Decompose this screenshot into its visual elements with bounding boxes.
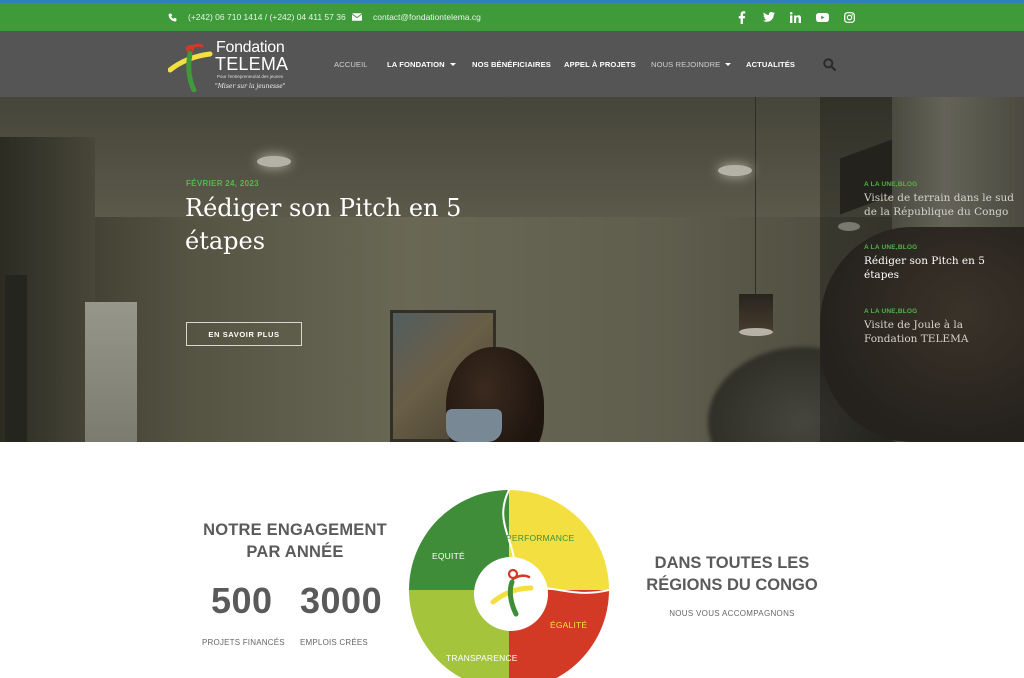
nav-label: NOUS REJOINDRE [651,59,721,69]
side-post-category: A LA UNE,BLOG [864,181,918,188]
nav-actualites[interactable]: ACTUALITÉS [746,31,795,97]
linkedin-icon[interactable] [789,11,802,24]
side-post-category: A LA UNE,BLOG [864,244,918,251]
stat-jobs-label: EMPLOIS CRÉES [300,638,368,647]
social-links [735,3,856,31]
nav-label: NOS BÉNÉFICIAIRES [472,59,551,69]
chevron-down-icon [725,62,732,66]
nav-accueil[interactable]: ACCUEIL [334,31,368,97]
nav-nos-beneficiaires[interactable]: NOS BÉNÉFICIAIRES [472,31,551,97]
phone-text: (+242) 06 710 1414 / (+242) 04 411 57 36 [188,12,346,22]
email-text: contact@fondationtelema.cg [373,12,481,22]
hero-slider: FÉVRIER 24, 2023 Rédiger son Pitch en 5 … [0,97,1024,442]
twitter-icon[interactable] [762,11,775,24]
engagement-title-line2: PAR ANNÉE [246,543,344,561]
wheel-label-egalite: ÉGALITÉ [550,620,587,630]
stat-projects-label: PROJETS FINANCÉS [202,638,285,647]
logo-motto: "Miser sur la jeunesse" [215,83,286,90]
side-post-item[interactable]: A LA UNE,BLOG Visite de terrain dans le … [864,181,1019,219]
side-post-title: Rédiger son Pitch en 5 étapes [864,255,985,281]
nav-label: LA FONDATION [387,59,445,69]
engagement-section: NOTRE ENGAGEMENT PAR ANNÉE 500 3000 PROJ… [0,442,1024,678]
email-contact[interactable]: contact@fondationtelema.cg [352,3,481,31]
engagement-title-line1: NOTRE ENGAGEMENT [203,521,387,539]
wheel-label-performance: PERFORMANCE [506,533,574,543]
phone-icon [168,13,177,21]
side-post-category: A LA UNE,BLOG [864,308,918,315]
phone-contact[interactable]: (+242) 06 710 1414 / (+242) 04 411 57 36 [168,3,346,31]
nav-label: ACCUEIL [334,59,368,69]
engagement-title: NOTRE ENGAGEMENT PAR ANNÉE [195,519,395,563]
top-bar: (+242) 06 710 1414 / (+242) 04 411 57 36… [0,0,1024,31]
youtube-icon[interactable] [816,11,829,24]
site-logo[interactable]: Fondation TELEMA Pour l'entrepreneuriat … [168,36,292,94]
regions-title-line2: RÉGIONS DU CONGO [646,576,818,594]
nav-la-fondation[interactable]: LA FONDATION [387,31,456,97]
read-more-button[interactable]: EN SAVOIR PLUS [186,322,302,346]
nav-label: ACTUALITÉS [746,59,796,69]
values-wheel: EQUITÉ PERFORMANCE ÉGALITÉ TRANSPARENCE [409,490,609,678]
stat-jobs-value: 3000 [300,580,383,621]
wheel-label-transparence: TRANSPARENCE [446,653,518,663]
chevron-down-icon [449,62,456,66]
regions-title-line1: DANS TOUTES LES [654,554,810,572]
side-post-title: Visite de Joule à la Fondation TELEMA [864,319,969,345]
envelope-icon [352,13,362,21]
hero-post-date: FÉVRIER 24, 2023 [186,179,259,188]
facebook-icon[interactable] [735,10,748,24]
nav-nous-rejoindre[interactable]: NOUS REJOINDRE [651,31,732,97]
search-icon[interactable] [823,58,837,72]
stat-projects-value: 500 [211,580,273,621]
side-post-title: Visite de terrain dans le sud de la Répu… [864,192,1014,218]
logo-tagline: Pour l'entrepreneuriat des jeunes [217,74,284,79]
side-post-item-active[interactable]: A LA UNE,BLOG Rédiger son Pitch en 5 éta… [864,244,1019,282]
instagram-icon[interactable] [843,11,856,24]
regions-subtitle: NOUS VOUS ACCOMPAGNONS [669,609,795,618]
regions-title: DANS TOUTES LES RÉGIONS DU CONGO [640,552,824,596]
telema-emblem-icon [168,43,213,92]
nav-label: APPEL À PROJETS [564,59,636,69]
side-post-item[interactable]: A LA UNE,BLOG Visite de Joule à la Fonda… [864,308,1019,346]
main-header: Fondation TELEMA Pour l'entrepreneuriat … [0,31,1024,97]
wheel-label-equite: EQUITÉ [432,551,465,561]
logo-line2: TELEMA [215,54,289,74]
hero-post-title[interactable]: Rédiger son Pitch en 5 étapes [185,192,515,258]
nav-appel-a-projets[interactable]: APPEL À PROJETS [564,31,636,97]
